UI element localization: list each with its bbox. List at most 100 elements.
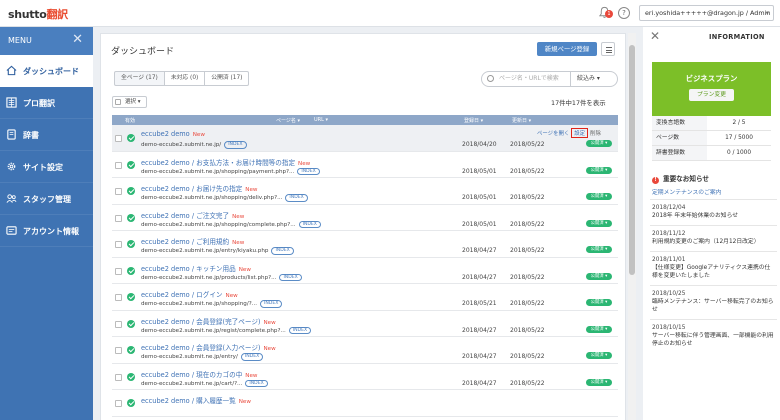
news-date: 2018/11/01 [652,257,686,263]
new-badge: New [263,346,276,352]
row-checkbox[interactable] [115,161,122,169]
close-icon[interactable]: ✕ [650,29,660,43]
change-plan-button[interactable]: プラン変更 [689,89,734,101]
published-status-dropdown[interactable]: 公開済 ▾ [586,299,612,306]
tab-published[interactable]: 公開済 (17) [205,71,250,86]
stat-value: 17 / 5000 [725,135,753,141]
page-name: eccube2 demo / 購入履歴一覧 [141,397,236,405]
row-checkbox[interactable] [115,135,122,142]
table-row[interactable]: eccube2 demo / お支払方法・お届け時間等の指定 New demo-ec… [112,152,618,178]
tab-all[interactable]: 全ページ (17) [114,71,165,86]
registered-date: 2018/04/27 [462,247,497,254]
page-name-link[interactable]: eccube2 demo / 会員登録(完了ページ) New [141,316,276,326]
row-checkbox[interactable] [115,214,122,222]
col-updated[interactable]: 更新日 ▾ [512,117,531,124]
col-page-name[interactable]: ページ名 ▾ [276,117,300,124]
checkbox[interactable] [115,99,121,105]
news-item[interactable]: 2018/10/25 臨時メンテナンス：サーバー移転完了のお知らせ [650,285,777,319]
sidebar-item-site-settings[interactable]: サイト設定 [0,151,93,183]
page-name-link[interactable]: eccube2 demo / 会員登録(入力ページ) New [141,342,276,352]
scrollbar[interactable] [628,33,636,420]
bulk-select[interactable]: 選択 ▾ [112,96,147,108]
news-date: 2018/10/25 [652,291,686,297]
table-row[interactable]: eccube2 demo / 現在のカゴの中 New demo-eccube2.su… [112,364,618,390]
news-item[interactable]: 2018/11/12 利用規約変更のご案内（12月12日改定） [650,225,777,251]
table-row[interactable]: eccube2 demo New demo-eccube2.submit.ne.jp… [112,125,618,152]
settings-link[interactable]: 設定 [571,128,589,138]
page-name-link[interactable]: eccube2 demo / お届け先の指定 New [141,183,258,193]
close-icon[interactable]: ✕ [72,32,83,47]
page-name-link[interactable]: eccube2 demo / キッチン用品 New [141,263,251,273]
published-status-dropdown[interactable]: 公開済 ▾ [586,378,612,386]
news-item[interactable]: 2018/11/01 【仕様変更】Googleアナリティクス連携の仕様を変更いたし… [650,251,777,285]
sidebar-item-dashboard[interactable]: ダッシュボード [0,55,93,87]
updated-date: 2018/05/22 [510,300,545,307]
stat-label: ページ数 [652,131,707,145]
published-status-dropdown[interactable]: 公開済 ▾ [586,246,612,253]
new-page-button[interactable]: 新規ページ登録 [537,42,597,56]
row-checkbox[interactable] [115,347,122,354]
col-url[interactable]: URL ▾ [314,117,328,123]
table-row[interactable]: eccube2 demo / お届け先の指定 New demo-eccube2.su… [112,178,618,205]
page-name-link[interactable]: eccube2 demo / 現在のカゴの中 New [141,369,258,379]
app-logo[interactable]: shutto翻訳 [8,6,68,22]
table-row[interactable]: eccube2 demo / 購入履歴一覧 New [112,390,618,417]
index-badge: INDEX [298,220,321,228]
published-status-dropdown[interactable]: 公開済 ▾ [586,193,612,200]
row-checkbox[interactable] [115,400,122,407]
news-item[interactable]: 2018/10/15 サーバー移転に伴う管理画面、一部機能の利用停止のお知らせ [650,319,777,353]
page-name-link[interactable]: eccube2 demo / ログイン New [141,289,238,299]
table-row[interactable]: eccube2 demo / 会員登録(完了ページ) New demo-eccube… [112,311,618,337]
row-actions: ページを開く 設定 削除 [537,128,601,138]
news-title: 【仕様変更】Googleアナリティクス連携の仕様を変更いたしました [652,265,771,279]
search-input[interactable]: ページ名・URLで検索 [481,71,571,87]
published-status-dropdown[interactable]: 公開済 ▾ [586,140,612,147]
account-label: eri.yoshida+++++@dragon.jp / Admin [645,9,771,17]
col-status[interactable]: 有効 [125,117,135,124]
row-checkbox[interactable] [115,294,122,301]
row-checkbox[interactable] [115,267,122,275]
col-registered[interactable]: 登録日 ▾ [464,117,483,124]
table-row[interactable]: eccube2 demo / 会員登録(入力ページ) New demo-eccube… [112,337,618,364]
account-dropdown[interactable]: eri.yoshida+++++@dragon.jp / Admin ▾ [639,5,774,21]
index-badge: INDEX [271,247,294,255]
page-name-link[interactable]: eccube2 demo New [141,130,205,138]
news-item[interactable]: 2018/12/04 2018年 年末年始休業のお知らせ [650,199,777,225]
published-status-dropdown[interactable]: 公開済 ▾ [586,325,612,333]
sidebar-item-account[interactable]: アカウント情報 [0,215,93,247]
table-row[interactable]: eccube2 demo / ご注文完了 New demo-eccube2.subm… [112,205,618,231]
published-status-dropdown[interactable]: 公開済 ▾ [586,166,612,174]
open-page-link[interactable]: ページを開く [537,131,569,137]
page-url: demo-eccube2.submit.ne.jp/products/list.… [141,273,302,281]
row-checkbox[interactable] [115,373,122,381]
row-checkbox[interactable] [115,188,122,195]
scrollbar-thumb[interactable] [629,45,635,275]
sidebar: MENU ✕ ダッシュボード プロ翻訳 辞書 サイト設定 スタッフ管理 アカウン… [0,27,93,420]
registered-date: 2018/04/20 [462,141,497,148]
page-name: eccube2 demo / 会員登録(入力ページ) [141,344,261,352]
help-icon[interactable]: ? [618,7,630,19]
page-name-link[interactable]: eccube2 demo / ご注文完了 New [141,210,244,220]
filter-dropdown[interactable]: 絞込み ▾ [570,71,618,87]
page-name: eccube2 demo / ご注文完了 [141,211,230,220]
table-row[interactable]: eccube2 demo / ログイン New demo-eccube2.submi… [112,284,618,311]
published-status-dropdown[interactable]: 公開済 ▾ [586,352,612,359]
page-name-link[interactable]: eccube2 demo / 購入履歴一覧 New [141,395,251,405]
sidebar-item-pro-translation[interactable]: プロ翻訳 [0,87,93,119]
row-checkbox[interactable] [115,241,122,248]
maintenance-link[interactable]: 定期メンテナンスのご案内 [652,187,721,196]
page-name-link[interactable]: eccube2 demo / お支払方法・お届け時間等の指定 New [141,157,310,167]
new-badge: New [298,160,311,167]
page-name-link[interactable]: eccube2 demo / ご利用規約 New [141,236,244,246]
published-status-dropdown[interactable]: 公開済 ▾ [586,272,612,280]
table-row[interactable]: eccube2 demo / ご利用規約 New demo-eccube2.subm… [112,231,618,258]
page-url-text: demo-eccube2.submit.ne.jp/entry/kiyaku.p… [141,248,269,254]
tab-pending[interactable]: 未対応 (0) [164,71,206,86]
sidebar-item-dictionary[interactable]: 辞書 [0,119,93,151]
published-status-dropdown[interactable]: 公開済 ▾ [586,219,612,227]
row-checkbox[interactable] [115,320,122,328]
sidebar-item-staff[interactable]: スタッフ管理 [0,183,93,215]
delete-link[interactable]: 削除 [590,131,601,137]
table-row[interactable]: eccube2 demo / キッチン用品 New demo-eccube2.sub… [112,258,618,284]
menu-icon[interactable] [601,42,615,56]
